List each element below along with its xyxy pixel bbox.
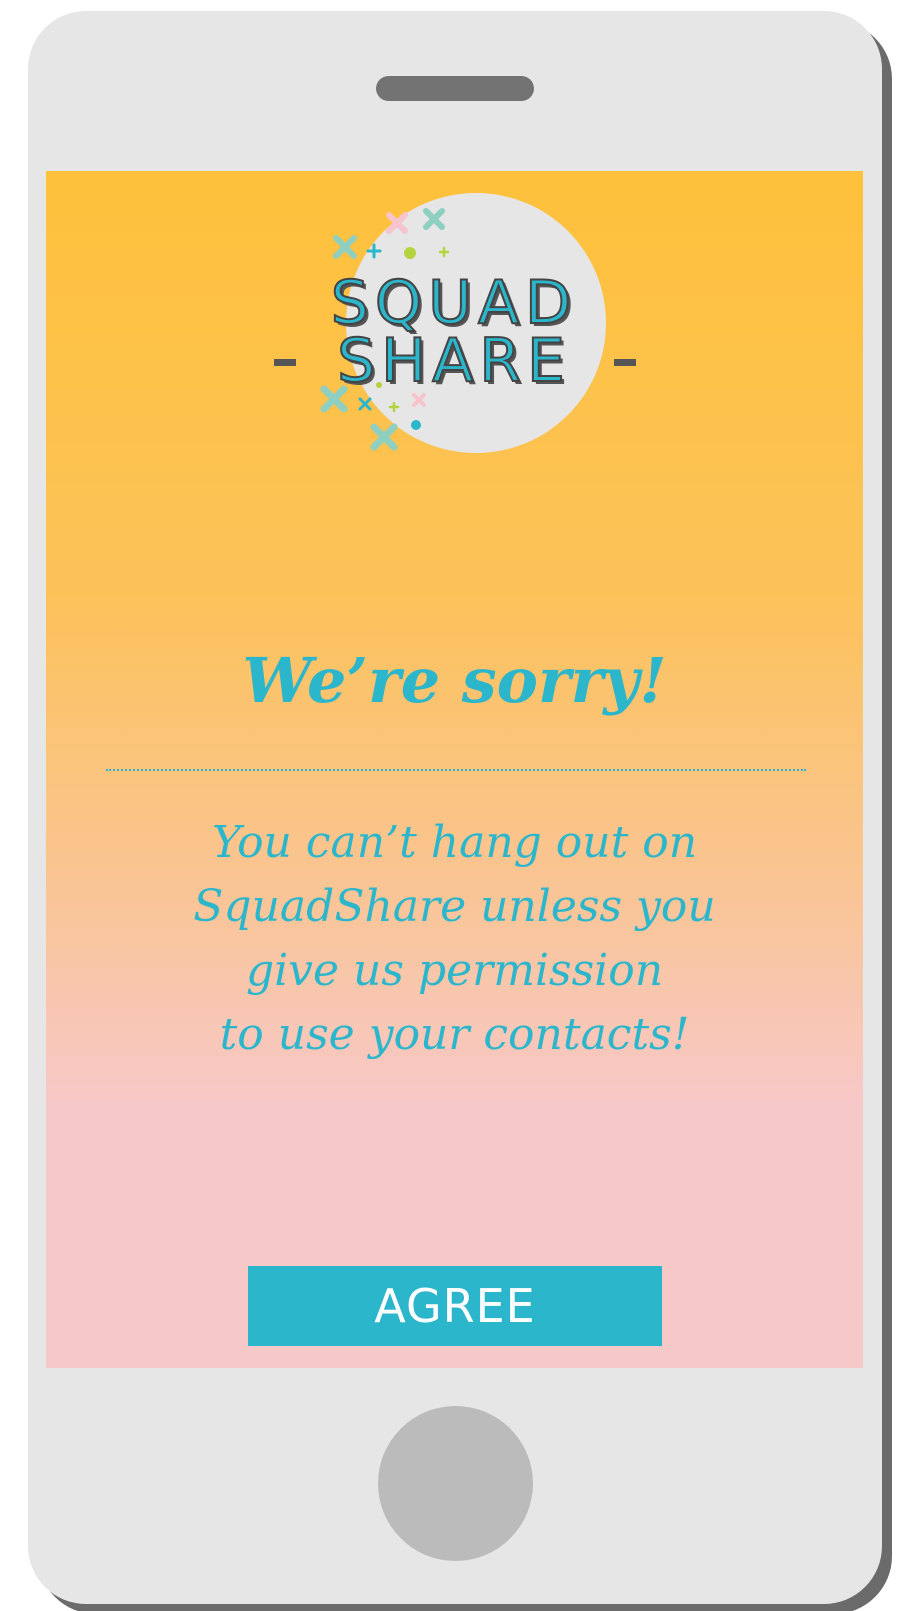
logo-word-share: SHARE <box>336 326 571 396</box>
agree-button[interactable]: AGREE <box>248 1266 662 1346</box>
divider <box>106 769 806 771</box>
speaker-slot-icon <box>376 76 534 101</box>
logo-dash-left <box>274 359 296 366</box>
phone-frame: SQUAD SHARE We’re sorry! You can’t hang … <box>28 11 882 1604</box>
squadshare-logo: SQUAD SHARE <box>274 193 636 463</box>
message-line: give us permission <box>245 945 664 996</box>
home-button-icon[interactable] <box>378 1406 533 1561</box>
logo-word-squad: SQUAD <box>330 268 578 338</box>
headline: We’re sorry! <box>242 644 667 717</box>
message-line: SquadShare unless you <box>193 881 716 932</box>
message-line: You can’t hang out on <box>211 817 698 868</box>
app-screen: SQUAD SHARE We’re sorry! You can’t hang … <box>46 171 863 1368</box>
message-line: to use your contacts! <box>219 1009 690 1060</box>
permission-message: You can’t hang out on SquadShare unless … <box>116 811 793 1067</box>
logo-dash-right <box>614 359 636 366</box>
